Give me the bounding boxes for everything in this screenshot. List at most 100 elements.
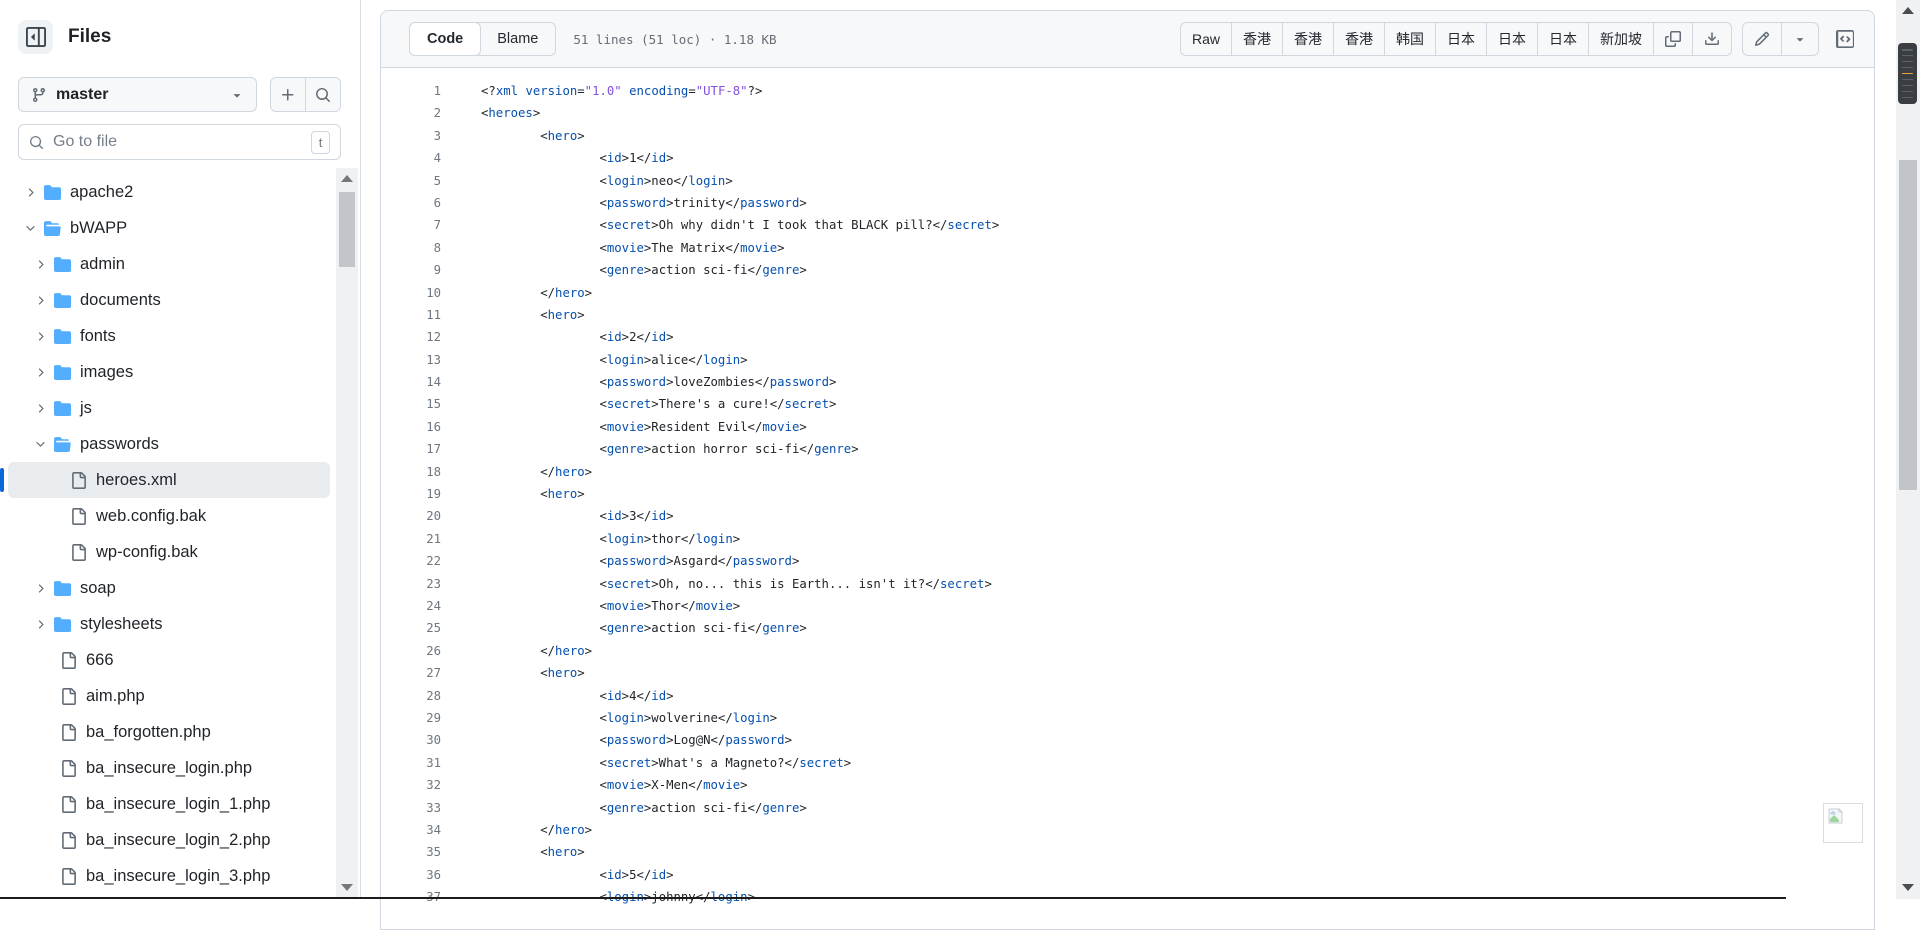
line-number[interactable]: 17: [381, 438, 447, 460]
line-number[interactable]: 9: [381, 259, 447, 281]
raw-button[interactable]: Raw: [1181, 23, 1231, 55]
line-number[interactable]: 36: [381, 864, 447, 886]
tree-item-js[interactable]: js: [8, 390, 330, 426]
file-icon: [60, 760, 77, 777]
action-button-日本[interactable]: 日本: [1435, 23, 1486, 55]
line-number[interactable]: 13: [381, 349, 447, 371]
action-button-韩国[interactable]: 韩国: [1384, 23, 1435, 55]
tree-item-ba_insecure_login_3.php[interactable]: ba_insecure_login_3.php: [8, 858, 330, 894]
tab-code[interactable]: Code: [409, 22, 481, 56]
search-this-repo-button[interactable]: [305, 78, 340, 111]
go-to-file-input[interactable]: Go to file t: [18, 124, 341, 160]
line-number[interactable]: 6: [381, 192, 447, 214]
tree-item-label: soap: [80, 579, 116, 598]
line-number[interactable]: 5: [381, 170, 447, 192]
tree-item-images[interactable]: images: [8, 354, 330, 390]
scrollbar-thumb[interactable]: [1899, 160, 1917, 490]
line-number[interactable]: 14: [381, 371, 447, 393]
action-button-新加坡[interactable]: 新加坡: [1588, 23, 1653, 55]
line-number[interactable]: 18: [381, 461, 447, 483]
symbols-panel-button[interactable]: [1829, 23, 1861, 55]
code-line: 16 <movie>Resident Evil</movie>: [381, 416, 1874, 438]
line-number[interactable]: 22: [381, 550, 447, 572]
tree-item-ba_forgotten.php[interactable]: ba_forgotten.php: [8, 714, 330, 750]
line-number[interactable]: 30: [381, 729, 447, 751]
line-number[interactable]: 24: [381, 595, 447, 617]
line-number[interactable]: 3: [381, 125, 447, 147]
tree-item-wp-config.bak[interactable]: wp-config.bak: [8, 534, 330, 570]
branch-selector[interactable]: master: [18, 77, 257, 112]
line-number[interactable]: 35: [381, 841, 447, 863]
code-line: 15 <secret>There's a cure!</secret>: [381, 393, 1874, 415]
action-button-香港[interactable]: 香港: [1333, 23, 1384, 55]
line-number[interactable]: 11: [381, 304, 447, 326]
action-button-日本[interactable]: 日本: [1537, 23, 1588, 55]
tree-item-web.config.bak[interactable]: web.config.bak: [8, 498, 330, 534]
edit-file-button[interactable]: [1743, 23, 1781, 55]
tree-item-aim.php[interactable]: aim.php: [8, 678, 330, 714]
sidebar-scrollbar-thumb[interactable]: [339, 192, 355, 267]
tree-item-admin[interactable]: admin: [8, 246, 330, 282]
line-number[interactable]: 25: [381, 617, 447, 639]
tree-item-ba_insecure_login.php[interactable]: ba_insecure_login.php: [8, 750, 330, 786]
sidebar-divider: [360, 0, 361, 899]
tree-item-documents[interactable]: documents: [8, 282, 330, 318]
tree-item-label: admin: [80, 255, 125, 274]
sidebar-scroll-down-arrow[interactable]: [336, 880, 358, 894]
sidebar-scroll-up-arrow[interactable]: [336, 171, 358, 185]
line-number[interactable]: 32: [381, 774, 447, 796]
line-number[interactable]: 20: [381, 505, 447, 527]
tree-item-666[interactable]: 666: [8, 642, 330, 678]
scroll-up-arrow[interactable]: [1896, 3, 1920, 17]
tab-blame[interactable]: Blame: [480, 23, 555, 55]
line-number[interactable]: 28: [381, 685, 447, 707]
action-button-香港[interactable]: 香港: [1231, 23, 1282, 55]
line-number[interactable]: 2: [381, 102, 447, 124]
edit-dropdown-button[interactable]: [1781, 23, 1818, 55]
open-folder-icon: [44, 220, 61, 237]
line-number[interactable]: 34: [381, 819, 447, 841]
action-button-香港[interactable]: 香港: [1282, 23, 1333, 55]
tree-item-bWAPP[interactable]: bWAPP: [8, 210, 330, 246]
broken-image-placeholder: [1823, 803, 1863, 843]
tree-item-stylesheets[interactable]: stylesheets: [8, 606, 330, 642]
tree-item-ba_insecure_login_1.php[interactable]: ba_insecure_login_1.php: [8, 786, 330, 822]
line-number[interactable]: 15: [381, 393, 447, 415]
line-number[interactable]: 23: [381, 573, 447, 595]
line-number[interactable]: 19: [381, 483, 447, 505]
tree-item-label: ba_forgotten.php: [86, 723, 211, 742]
line-number[interactable]: 26: [381, 640, 447, 662]
code-line-text: <heroes>: [447, 102, 540, 124]
line-number[interactable]: 12: [381, 326, 447, 348]
line-number[interactable]: 21: [381, 528, 447, 550]
tree-item-fonts[interactable]: fonts: [8, 318, 330, 354]
line-number[interactable]: 16: [381, 416, 447, 438]
line-number[interactable]: 27: [381, 662, 447, 684]
tree-item-soap[interactable]: soap: [8, 570, 330, 606]
line-number[interactable]: 1: [381, 80, 447, 102]
tree-item-apache2[interactable]: apache2: [8, 174, 330, 210]
sidebar-scrollbar[interactable]: [336, 168, 358, 899]
browser-scrollbar[interactable]: [1896, 0, 1920, 899]
tree-item-ba_insecure_login_2.php[interactable]: ba_insecure_login_2.php: [8, 822, 330, 858]
line-number[interactable]: 29: [381, 707, 447, 729]
download-raw-file-button[interactable]: [1692, 23, 1731, 55]
line-number[interactable]: 4: [381, 147, 447, 169]
line-number[interactable]: 33: [381, 797, 447, 819]
scroll-marker-widget[interactable]: [1898, 43, 1917, 104]
code-line-text: <movie>Thor</movie>: [447, 595, 740, 617]
collapse-sidebar-button[interactable]: [18, 20, 53, 54]
tree-item-passwords[interactable]: passwords: [8, 426, 330, 462]
line-number[interactable]: 8: [381, 237, 447, 259]
tree-item-heroes.xml[interactable]: heroes.xml: [8, 462, 330, 498]
action-button-日本[interactable]: 日本: [1486, 23, 1537, 55]
tree-item-label: ba_insecure_login_3.php: [86, 867, 270, 886]
file-icon: [60, 832, 77, 849]
code-line: 6 <password>trinity</password>: [381, 192, 1874, 214]
line-number[interactable]: 10: [381, 282, 447, 304]
new-file-button[interactable]: [271, 78, 305, 111]
line-number[interactable]: 31: [381, 752, 447, 774]
copy-raw-content-button[interactable]: [1653, 23, 1692, 55]
line-number[interactable]: 7: [381, 214, 447, 236]
scroll-down-arrow[interactable]: [1896, 880, 1920, 894]
